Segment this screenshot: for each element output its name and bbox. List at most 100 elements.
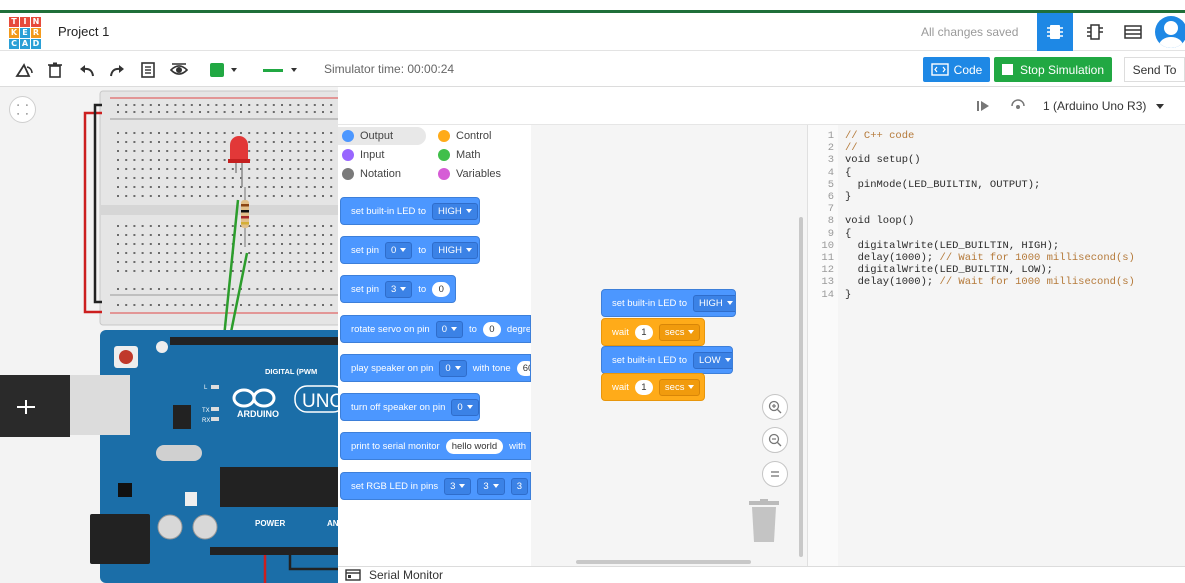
block-dropdown[interactable]: 3 [510, 477, 529, 495]
visibility-button[interactable] [169, 60, 189, 80]
breadboard-hole [240, 243, 242, 245]
breadboard-hole [141, 150, 144, 152]
block-dropdown[interactable]: 0 [435, 320, 463, 338]
category-input[interactable]: Input [342, 146, 384, 164]
caret-down-icon [450, 327, 457, 331]
script-block-wait[interactable]: wait 1 secs [601, 318, 705, 346]
category-output[interactable]: Output [338, 127, 426, 145]
block-dropdown[interactable]: HIGH [432, 241, 478, 259]
palette-block-print-serial[interactable]: print to serial monitor hello world with [340, 432, 531, 460]
breadboard-hole [231, 304, 234, 306]
notes-button[interactable] [138, 60, 158, 80]
category-control[interactable]: Control [438, 127, 491, 145]
dropdown-value: secs [664, 381, 685, 393]
breadboard-hole [117, 304, 119, 306]
schematic-view-button[interactable] [1077, 13, 1113, 51]
palette-block-rotate-servo[interactable]: rotate servo on pin 0 to 0 degre [340, 315, 531, 343]
block-number-input[interactable]: 60 [516, 360, 530, 376]
script-block-set-led-low[interactable]: set built-in LED to LOW [601, 346, 733, 374]
chevron-down-icon [230, 68, 237, 72]
line-number: 3 [827, 154, 834, 167]
category-variables[interactable]: Variables [438, 165, 501, 183]
palette-block-set-pin-digital[interactable]: set pin 0 to HIGH [340, 236, 480, 264]
schematic-view-icon [1087, 24, 1103, 40]
breadboard-hole [305, 270, 308, 272]
block-number-input[interactable]: 1 [634, 324, 653, 340]
circuit-view-button[interactable] [1037, 13, 1073, 51]
zoom-in-button[interactable] [762, 394, 788, 420]
color-picker[interactable] [206, 60, 240, 80]
breadboard-hole [190, 111, 193, 113]
script-block-wait[interactable]: wait 1 secs [601, 373, 705, 401]
block-text: set built-in LED to [612, 354, 687, 366]
breadboard-hole [313, 243, 316, 245]
zoom-out-button[interactable] [762, 427, 788, 453]
redo-button[interactable] [107, 60, 127, 80]
breadboard-hole [248, 270, 251, 272]
category-label: Control [456, 130, 492, 142]
serial-monitor-bar[interactable]: Serial Monitor [338, 566, 1185, 583]
palette-block-turn-off-speaker[interactable]: turn off speaker on pin 0 [340, 393, 480, 421]
device-select[interactable]: 1 (Arduino Uno R3) [1043, 95, 1165, 117]
palette-block-set-rgb-led[interactable]: set RGB LED in pins 3 3 3 [340, 472, 531, 500]
breadboard-hole [281, 111, 283, 113]
debug-icon[interactable] [1010, 98, 1026, 112]
block-dropdown[interactable]: LOW [692, 351, 732, 369]
block-dropdown[interactable]: 3 [444, 477, 472, 495]
project-title[interactable]: Project 1 [58, 24, 109, 39]
tinkercad-logo[interactable]: T I N K E R C A D [9, 17, 42, 49]
component-list-button[interactable] [1115, 13, 1151, 51]
breadboard-hole [223, 252, 226, 254]
breadboard-hole [248, 288, 251, 290]
undo-button[interactable] [77, 60, 97, 80]
breadboard-hole [223, 225, 226, 227]
block-dropdown[interactable]: 3 [477, 477, 505, 495]
block-text-input[interactable]: hello world [445, 438, 504, 454]
script-block-set-led-high[interactable]: set built-in LED to HIGH [601, 289, 736, 317]
block-dropdown[interactable]: HIGH [692, 294, 735, 312]
breadboard-hole [133, 261, 136, 263]
breadboard-hole [141, 159, 144, 161]
zoom-reset-button[interactable] [762, 461, 788, 487]
breadboard-hole [207, 177, 210, 179]
workspace-hscrollbar[interactable] [576, 560, 751, 564]
line-number: 1 [827, 130, 834, 142]
block-dropdown[interactable]: 0 [451, 398, 479, 416]
block-dropdown[interactable]: HIGH [431, 202, 478, 220]
block-dropdown[interactable]: 0 [439, 359, 467, 377]
user-avatar[interactable] [1155, 16, 1185, 48]
category-math[interactable]: Math [438, 146, 480, 164]
category-notation[interactable]: Notation [342, 165, 401, 183]
step-icon[interactable] [976, 99, 990, 113]
send-to-button[interactable]: Send To [1124, 57, 1185, 82]
trash-can-icon[interactable] [748, 499, 780, 543]
palette-block-play-speaker[interactable]: play speaker on pin 0 with tone 60 [340, 354, 531, 382]
delete-button[interactable] [45, 60, 65, 80]
rotate-button[interactable] [14, 60, 34, 80]
block-dropdown[interactable]: secs [658, 323, 701, 341]
block-dropdown[interactable]: secs [658, 378, 701, 396]
breadboard-hole [190, 252, 193, 254]
stop-simulation-button[interactable]: Stop Simulation [994, 57, 1112, 82]
breadboard-hole [199, 104, 201, 106]
breadboard-hole [117, 234, 119, 236]
block-text: turn off speaker on pin [351, 401, 446, 413]
workspace-scrollbar[interactable] [799, 217, 803, 557]
line-number: 8 [827, 215, 834, 228]
palette-block-set-builtin-led[interactable]: set built-in LED to HIGH [340, 197, 480, 225]
block-number-input[interactable]: 0 [482, 321, 501, 337]
wire-type-picker[interactable] [258, 60, 302, 80]
code-editor[interactable]: 1 // C++ code 2 // 3 void setup() 4 {5 pinMode(… [807, 125, 1185, 583]
block-dropdown[interactable]: 3 [385, 280, 413, 298]
breadboard-hole [281, 159, 283, 161]
palette-block-set-pin-analog[interactable]: set pin 3 to 0 [340, 275, 456, 303]
block-dropdown[interactable]: 0 [385, 241, 413, 259]
breadboard-hole [223, 150, 226, 152]
breadboard-hole [174, 252, 177, 254]
block-number-input[interactable]: 1 [634, 379, 653, 395]
blocks-workspace[interactable]: set built-in LED to HIGH wait 1 secs set… [531, 125, 807, 583]
code-button[interactable]: Code [923, 57, 990, 82]
circuit-canvas[interactable]: UNO ARDUINO DIGITAL (PWM POWER AN TX RX … [0, 87, 345, 583]
block-number-input[interactable]: 0 [432, 281, 451, 297]
breadboard-hole [240, 270, 242, 272]
